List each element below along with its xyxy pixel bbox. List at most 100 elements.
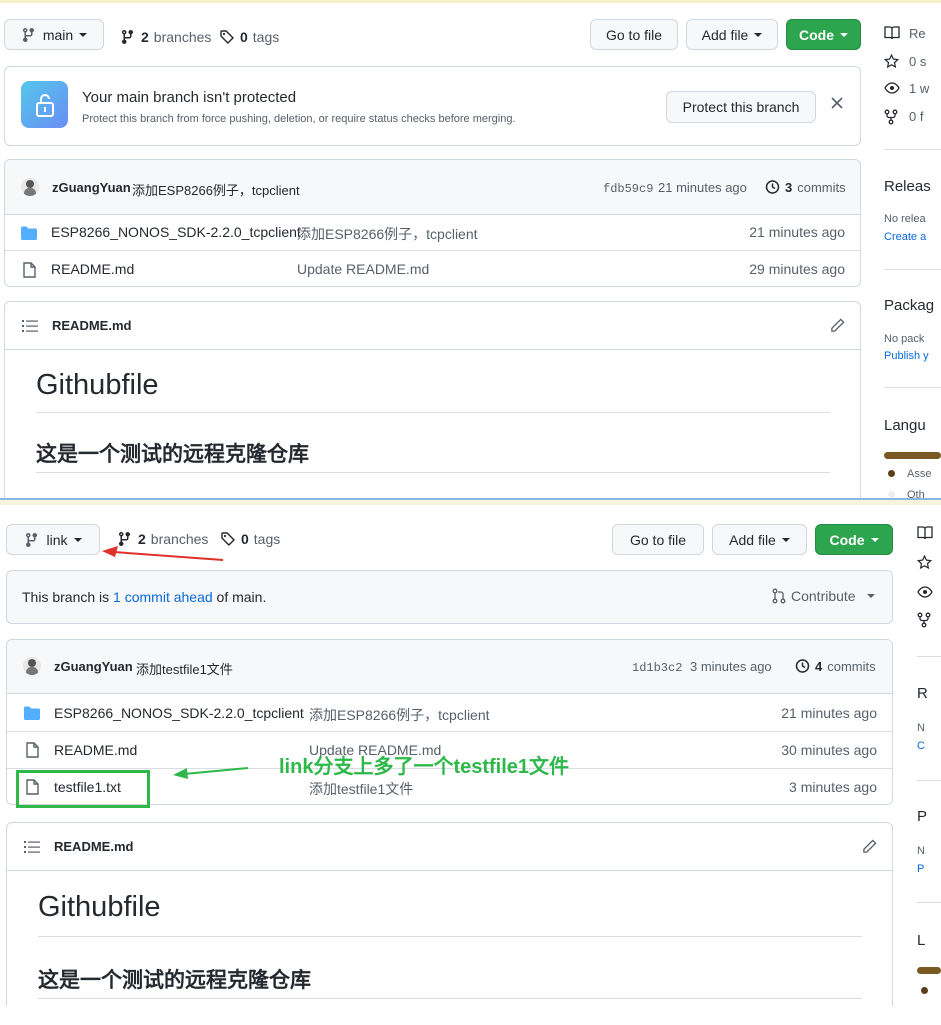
releases-heading[interactable]: R: [917, 685, 928, 702]
file-name[interactable]: ESP8266_NONOS_SDK-2.2.0_tcpclient: [51, 224, 301, 240]
code-button[interactable]: Code: [815, 524, 893, 555]
tags-link[interactable]: 0 tags: [219, 29, 279, 45]
commit-sha[interactable]: fdb59c9: [603, 182, 653, 196]
contribute-dropdown[interactable]: Contribute: [772, 588, 875, 604]
tags-link[interactable]: 0 tags: [220, 531, 280, 547]
packages-empty: N: [917, 845, 925, 857]
commits-link[interactable]: 3 commits: [764, 179, 846, 195]
branch-select-button[interactable]: link: [6, 524, 100, 555]
tags-count: 0: [240, 29, 248, 45]
divider: [917, 902, 941, 903]
branch-protection-banner: Your main branch isn't protected Protect…: [4, 66, 861, 146]
contribute-label: Contribute: [791, 588, 856, 604]
commit-message[interactable]: 添加ESP8266例子，tcpclient: [132, 180, 300, 199]
commits-label: commits: [797, 179, 846, 195]
commit-ahead-link[interactable]: 1 commit ahead: [113, 589, 213, 605]
go-to-file-button[interactable]: Go to file: [612, 524, 704, 555]
file-browser: zGuangYuan 添加ESP8266例子，tcpclient fdb59c9…: [4, 159, 861, 287]
commit-age: 21 minutes ago: [658, 180, 747, 195]
file-icon: [26, 742, 39, 758]
fork-icon[interactable]: [917, 612, 931, 628]
file-row[interactable]: ESP8266_NONOS_SDK-2.2.0_tcpclient 添加ESP8…: [5, 215, 860, 250]
file-row[interactable]: README.md Update README.md 29 minutes ag…: [5, 250, 860, 287]
eye-icon[interactable]: [917, 586, 933, 598]
star-icon[interactable]: [917, 555, 932, 570]
list-icon[interactable]: [24, 840, 40, 854]
create-release-link[interactable]: C: [917, 740, 925, 752]
publish-package-link[interactable]: Publish y: [884, 350, 929, 362]
file-name[interactable]: ESP8266_NONOS_SDK-2.2.0_tcpclient: [54, 705, 304, 721]
commit-age: 3 minutes ago: [690, 659, 772, 674]
sidebar-forks[interactable]: 0 f: [909, 109, 923, 124]
avatar[interactable]: [23, 657, 41, 675]
markdown-heading-1: Githubfile: [36, 369, 159, 401]
create-release-link[interactable]: Create a: [884, 231, 926, 243]
file-name[interactable]: README.md: [54, 742, 137, 758]
branch-icon: [122, 29, 133, 45]
languages-heading: L: [917, 932, 926, 949]
readme-box: README.md Githubfile 这是一个测试的远程克隆仓库: [6, 822, 893, 1006]
add-file-button[interactable]: Add file: [686, 19, 778, 50]
annotation-text: link分支上多了一个testfile1文件: [279, 756, 570, 778]
sidebar-readme-link[interactable]: Re: [909, 26, 926, 41]
file-commit-message[interactable]: 添加testfile1文件: [309, 779, 413, 799]
commits-link[interactable]: 4 commits: [794, 658, 876, 674]
pull-request-icon: [772, 588, 786, 604]
file-icon: [23, 262, 36, 278]
pencil-icon[interactable]: [862, 839, 877, 854]
protect-branch-button[interactable]: Protect this branch: [666, 91, 816, 123]
heading-divider: [38, 998, 862, 999]
green-arrow-annotation: [173, 767, 249, 779]
commit-author[interactable]: zGuangYuan: [52, 180, 131, 195]
history-icon: [765, 180, 780, 194]
readme-header: README.md: [5, 302, 860, 350]
file-commit-message[interactable]: 添加ESP8266例子，tcpclient: [297, 224, 478, 244]
file-name[interactable]: README.md: [51, 261, 134, 277]
heading-divider: [36, 412, 830, 413]
add-file-label: Add file: [701, 26, 749, 43]
language-dot: [888, 470, 895, 477]
go-to-file-button[interactable]: Go to file: [590, 19, 678, 50]
releases-empty: No relea: [884, 213, 926, 225]
releases-heading[interactable]: Releas: [884, 178, 931, 195]
language-name[interactable]: Asse: [907, 468, 931, 480]
branch-select-button[interactable]: main: [4, 19, 104, 50]
sidebar-watchers[interactable]: 1 w: [909, 81, 929, 96]
sidebar-stars[interactable]: 0 s: [909, 54, 926, 69]
packages-heading[interactable]: P: [917, 808, 927, 825]
divider: [884, 269, 941, 270]
chevron-down-icon: [754, 32, 763, 37]
protect-branch-label: Protect this branch: [682, 99, 800, 115]
file-row[interactable]: ESP8266_NONOS_SDK-2.2.0_tcpclient 添加ESP8…: [7, 694, 892, 731]
file-commit-message[interactable]: 添加ESP8266例子，tcpclient: [309, 705, 490, 725]
branches-count: 2: [141, 29, 149, 45]
divider: [917, 780, 941, 781]
code-button[interactable]: Code: [786, 19, 861, 50]
packages-heading[interactable]: Packag: [884, 297, 934, 314]
language-name[interactable]: Oth: [907, 489, 925, 498]
file-age: 21 minutes ago: [749, 224, 845, 240]
avatar[interactable]: [21, 178, 39, 196]
add-file-button[interactable]: Add file: [712, 524, 807, 555]
packages-empty: No pack: [884, 333, 925, 345]
pencil-icon[interactable]: [830, 318, 845, 333]
chevron-down-icon: [866, 594, 875, 598]
file-commit-message[interactable]: Update README.md: [297, 261, 429, 277]
publish-package-link[interactable]: P: [917, 863, 924, 875]
status-suffix: of main.: [212, 589, 267, 605]
commit-sha[interactable]: 1d1b3c2: [632, 661, 682, 675]
releases-empty: N: [917, 722, 925, 734]
add-file-label: Add file: [729, 531, 776, 548]
commits-count: 3: [785, 179, 793, 195]
file-age: 29 minutes ago: [749, 261, 845, 277]
list-icon[interactable]: [22, 319, 38, 333]
branch-name: main: [42, 26, 74, 43]
branch-name: link: [46, 531, 68, 548]
commit-author[interactable]: zGuangYuan: [54, 659, 133, 674]
close-icon[interactable]: [831, 97, 843, 109]
commits-label: commits: [827, 658, 876, 674]
branches-link[interactable]: 2 branches: [120, 29, 211, 45]
commit-message[interactable]: 添加testfile1文件: [136, 659, 233, 678]
book-icon[interactable]: [917, 526, 933, 540]
eye-icon: [884, 82, 900, 94]
